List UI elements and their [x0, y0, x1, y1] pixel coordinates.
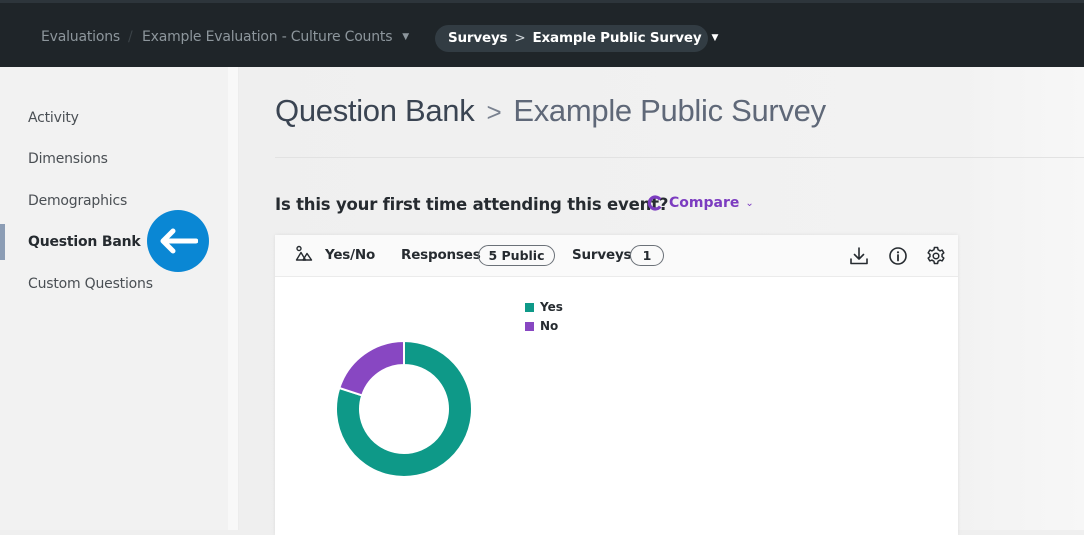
sidebar-item-demographics[interactable]: Demographics	[28, 193, 127, 209]
breadcrumb-evaluation-dropdown[interactable]: Example Evaluation - Culture Counts ▼	[142, 29, 409, 45]
title-divider	[275, 157, 1084, 158]
survey-selector-pill[interactable]: Surveys > Example Public Survey ▼	[435, 25, 718, 52]
sidebar-item-activity[interactable]: Activity	[28, 110, 79, 126]
compare-button[interactable]: Compare ⌄	[647, 195, 754, 211]
breadcrumb-evaluation-label: Example Evaluation - Culture Counts	[142, 29, 393, 45]
top-nav-bar: Evaluations / Example Evaluation - Cultu…	[0, 0, 1084, 67]
chevron-down-icon: ⌄	[745, 197, 754, 209]
sidebar-item-dimensions[interactable]: Dimensions	[28, 151, 108, 167]
legend-item-yes[interactable]: Yes	[525, 300, 563, 314]
sidebar-item-question-bank[interactable]: Question Bank	[28, 234, 141, 250]
page-title: Question Bank > Example Public Survey	[275, 93, 826, 129]
chevron-right-icon: >	[514, 30, 526, 46]
donut-chart	[335, 339, 473, 478]
caret-down-icon: ▼	[402, 32, 410, 42]
card-header: Yes/No Responses 5 Public Surveys 1	[275, 235, 958, 277]
callout-badge	[147, 210, 209, 272]
shapes-icon	[295, 245, 313, 261]
question-card: Yes/No Responses 5 Public Surveys 1 Yes …	[275, 235, 958, 535]
ring-icon	[647, 195, 662, 211]
responses-badge[interactable]: 5 Public	[478, 245, 555, 266]
breadcrumb-separator: /	[128, 29, 133, 45]
question-heading: Is this your first time attending this e…	[275, 195, 669, 214]
info-icon[interactable]	[887, 245, 909, 267]
surveys-badge[interactable]: 1	[630, 245, 664, 266]
download-icon[interactable]	[848, 245, 870, 267]
survey-pill-parent: Surveys	[448, 30, 508, 46]
arrow-left-icon	[160, 228, 198, 254]
legend-swatch-yes	[525, 302, 534, 312]
active-indicator	[0, 224, 5, 260]
page-title-parent[interactable]: Question Bank	[275, 93, 475, 128]
page-title-current: Example Public Survey	[513, 93, 826, 128]
sidebar-item-custom-questions[interactable]: Custom Questions	[28, 276, 153, 292]
responses-label: Responses	[401, 247, 481, 263]
legend-label-no: No	[540, 319, 559, 333]
question-type-label: Yes/No	[325, 247, 376, 263]
legend-label-yes: Yes	[540, 300, 563, 314]
survey-pill-current: Example Public Survey	[532, 30, 702, 46]
donut-slice-no[interactable]	[338, 339, 405, 397]
legend-item-no[interactable]: No	[525, 319, 558, 333]
breadcrumb-evaluations[interactable]: Evaluations	[41, 29, 120, 45]
chevron-right-icon: >	[486, 97, 502, 127]
sidebar-divider	[228, 67, 239, 530]
compare-label: Compare	[669, 195, 740, 211]
surveys-label: Surveys	[572, 247, 632, 263]
sidebar	[0, 67, 228, 530]
gear-icon[interactable]	[925, 245, 947, 267]
caret-down-icon: ▼	[711, 33, 719, 43]
legend-swatch-no	[525, 321, 534, 331]
